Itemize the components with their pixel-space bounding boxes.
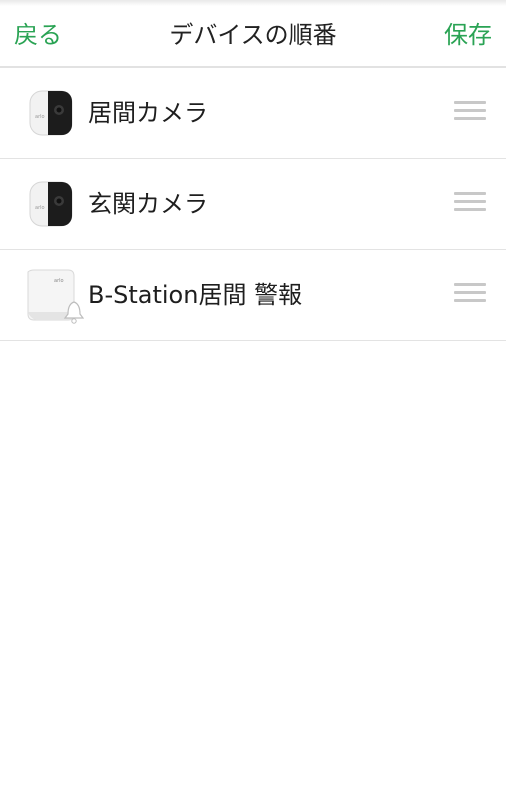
camera-icon: arlo bbox=[29, 181, 73, 227]
handle-line bbox=[454, 291, 486, 294]
device-row-base-station-alarm[interactable]: arlo B-Station居間 警報 bbox=[0, 250, 506, 341]
drag-handle-icon[interactable] bbox=[452, 281, 488, 309]
nav-bar: 戻る デバイスの順番 保存 bbox=[0, 0, 506, 68]
device-row-entrance-camera[interactable]: arlo 玄関カメラ bbox=[0, 159, 506, 250]
device-label: B-Station居間 警報 bbox=[88, 281, 303, 309]
drag-handle-icon[interactable] bbox=[452, 190, 488, 218]
device-order-list: arlo 居間カメラ arlo 玄関カメラ arlo B-Station居間 警… bbox=[0, 68, 506, 341]
handle-line bbox=[454, 283, 486, 286]
device-label: 居間カメラ bbox=[88, 99, 208, 127]
handle-line bbox=[454, 299, 486, 302]
handle-line bbox=[454, 200, 486, 203]
base-station-alarm-icon: arlo bbox=[27, 269, 84, 324]
drag-handle-icon[interactable] bbox=[452, 99, 488, 127]
handle-line bbox=[454, 117, 486, 120]
handle-line bbox=[454, 101, 486, 104]
svg-text:arlo: arlo bbox=[35, 114, 45, 120]
page-title: デバイスの順番 bbox=[169, 21, 337, 49]
svg-text:arlo: arlo bbox=[35, 205, 45, 211]
device-label: 玄関カメラ bbox=[88, 190, 208, 218]
device-row-living-camera[interactable]: arlo 居間カメラ bbox=[0, 68, 506, 159]
back-button[interactable]: 戻る bbox=[14, 19, 62, 51]
handle-line bbox=[454, 109, 486, 112]
handle-line bbox=[454, 192, 486, 195]
save-button[interactable]: 保存 bbox=[444, 19, 492, 51]
camera-icon: arlo bbox=[29, 90, 73, 136]
svg-text:arlo: arlo bbox=[54, 278, 64, 284]
handle-line bbox=[454, 208, 486, 211]
status-bar-shadow bbox=[0, 0, 506, 6]
